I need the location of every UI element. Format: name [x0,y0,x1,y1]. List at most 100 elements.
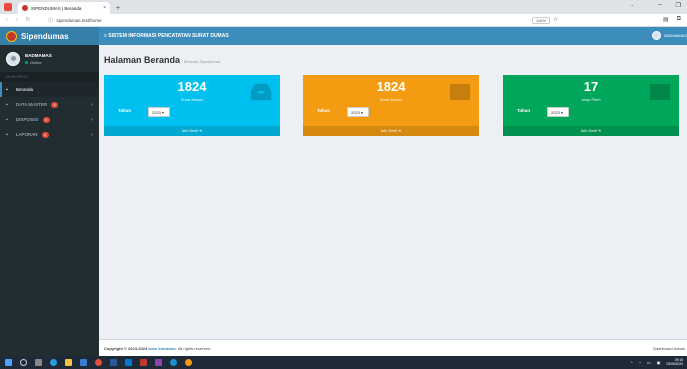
files-icon[interactable] [155,359,162,366]
user-panel: BADMAMAS Online [0,45,99,72]
url-text[interactable]: sipendumas.test/home [56,18,101,23]
user-menu[interactable]: BADMAMAS [652,31,687,40]
forward-button[interactable]: › [16,17,18,23]
page-title: Halaman Beranda [104,55,181,65]
stat-box-arsip: 17 Arsip Pilert Tahun 2023 ▾ Info Detil … [503,75,679,136]
edge-icon[interactable] [50,359,57,366]
top-navbar: ≡ SISTEM INFORMASI PENCATATAN SURAT DUMA… [99,27,687,45]
address-bar-row: ‹ › ↻ ⓘ sipendumas.test/home 110% ☆ ▤ ⧉ [0,14,687,27]
footer-right-text: Dashboard Admin [653,346,685,351]
stat-number: 17 [583,79,599,94]
main-footer: Copyright © 2023-2024 Iwan Indrawan. All… [99,339,687,356]
sidebar-item-disposisi[interactable]: ▪ DISPOSISI 4 ‹ [0,112,99,127]
window-controls: ⌄ – ❐ [630,2,681,9]
collections-icon[interactable]: ▤ [663,16,669,23]
sidebar-badge: 4 [51,101,59,108]
system-tray: ^ ◔ ▭ ▣ 09:15 03/06/2024 [631,358,683,366]
year-select[interactable]: 2023 ▾ [547,107,569,117]
user-status-label: Online [30,59,42,65]
stat-label: Arsip Pilert [581,97,601,102]
logo-bar[interactable]: Sipendumas [0,27,99,45]
restore-button[interactable]: ❐ [676,2,681,9]
windows-icon[interactable] [5,359,12,366]
tab-title: SIPENDUMAS | Beranda [31,5,82,11]
back-button[interactable]: ‹ [6,17,8,23]
info-detail-link[interactable]: Info Detil ➜ [104,126,280,136]
url-field[interactable]: ⓘ sipendumas.test/home [48,17,548,24]
sidebar-item-beranda[interactable]: ▪ Beranda [0,82,99,97]
sidebar-item-label: DISPOSISI [16,117,39,122]
report-icon: ▪ [6,131,8,138]
stat-box-surat-masuk: 1824 Surat Masuk Tahun 2023 ▾ Info Detil… [104,75,280,136]
clock[interactable]: 09:15 03/06/2024 [666,358,683,366]
browser-icon[interactable] [185,359,192,366]
year-select[interactable]: 2023 ▾ [347,107,369,117]
sidebar: Sipendumas BADMAMAS Online MAIN MENU ▪ B… [0,27,99,356]
sidebar-item-label: LAPORAN [16,132,38,137]
info-detail-link[interactable]: Info Detil ➜ [303,126,479,136]
clock-date: 03/06/2024 [666,362,683,366]
copyright: Copyright © 2023-2024 Iwan Indrawan. All… [104,346,211,351]
zoom-indicator[interactable]: 110% [532,17,550,24]
chrome-icon[interactable] [95,359,102,366]
vscode-icon[interactable] [170,359,177,366]
minimize-button[interactable]: – [658,2,661,9]
nav-username: BADMAMAS [664,33,687,38]
year-select[interactable]: 2023 ▾ [148,107,170,117]
os-taskbar: ^ ◔ ▭ ▣ 09:15 03/06/2024 [0,356,687,369]
sidebar-badge: 2 [41,131,49,138]
logo-icon [6,30,17,42]
app-title[interactable]: ≡ SISTEM INFORMASI PENCATATAN SURAT DUMA… [99,33,229,39]
year-label: Tahun [118,108,132,113]
tray-chevron-icon[interactable]: ^ [631,360,633,365]
battery-icon[interactable]: ▣ [657,360,661,365]
info-detail-link[interactable]: Info Detil ➜ [503,126,679,136]
mail-icon[interactable] [125,359,132,366]
store-icon[interactable] [80,359,87,366]
network-icon[interactable]: ◔ [639,360,641,365]
stat-number: 1824 [376,79,406,94]
chevron-left-icon: ‹ [91,116,93,123]
list-icon: ▪ [6,116,8,123]
browser-menu-icon[interactable] [4,3,12,11]
home-icon: ▪ [6,86,8,93]
tab-close-icon[interactable]: × [103,5,106,11]
explorer-icon[interactable] [65,359,72,366]
content-header: Halaman Beranda Beranda Sipendumas [104,55,221,65]
new-tab-button[interactable]: + [116,5,120,12]
site-info-icon[interactable]: ⓘ [48,17,53,24]
page-subtitle: Beranda Sipendumas [184,60,221,64]
online-dot-icon [25,60,28,64]
reload-button[interactable]: ↻ [26,17,31,23]
sidebar-item-laporan[interactable]: ▪ LAPORAN 2 ‹ [0,127,99,142]
sidebar-item-label: Beranda [16,87,34,92]
copyright-suffix: . All rights reserved. [175,346,211,351]
chevron-left-icon: ‹ [91,131,93,138]
extensions-icon[interactable]: ⧉ [677,16,681,23]
chevron-left-icon: ‹ [91,101,93,108]
folder-icon: ▪ [6,101,8,108]
year-label: Tahun [517,108,531,113]
stat-label: Surat Keluar [379,97,403,102]
bookmark-star-icon[interactable]: ☆ [553,16,558,23]
copyright-prefix: Copyright © 2023-2024 [104,346,148,351]
user-avatar-icon [652,31,662,40]
volume-icon[interactable]: ▭ [647,360,651,365]
tab-list-icon[interactable]: ⌄ [630,2,634,9]
word-icon[interactable] [110,359,117,366]
logo-text: Sipendumas [21,31,69,41]
taskview-icon[interactable] [35,359,42,366]
search-icon[interactable] [20,359,27,366]
stat-number: 1824 [177,79,207,94]
photos-icon[interactable] [140,359,147,366]
browser-tabbar: SIPENDUMAS | Beranda × + ⌄ – ❐ [0,0,687,14]
author-link[interactable]: Iwan Indrawan [148,346,176,351]
stat-box-surat-keluar: 1824 Surat Keluar Tahun 2023 ▾ Info Deti… [303,75,479,136]
browser-tab[interactable]: SIPENDUMAS | Beranda × [18,2,110,14]
menu-header: MAIN MENU [0,72,99,82]
year-label: Tahun [317,108,331,113]
sidebar-item-data-master[interactable]: ▪ DATA MASTER 4 ‹ [0,97,99,112]
sidebar-badge: 4 [42,116,50,123]
favicon-icon [22,5,28,11]
avatar [6,51,20,66]
